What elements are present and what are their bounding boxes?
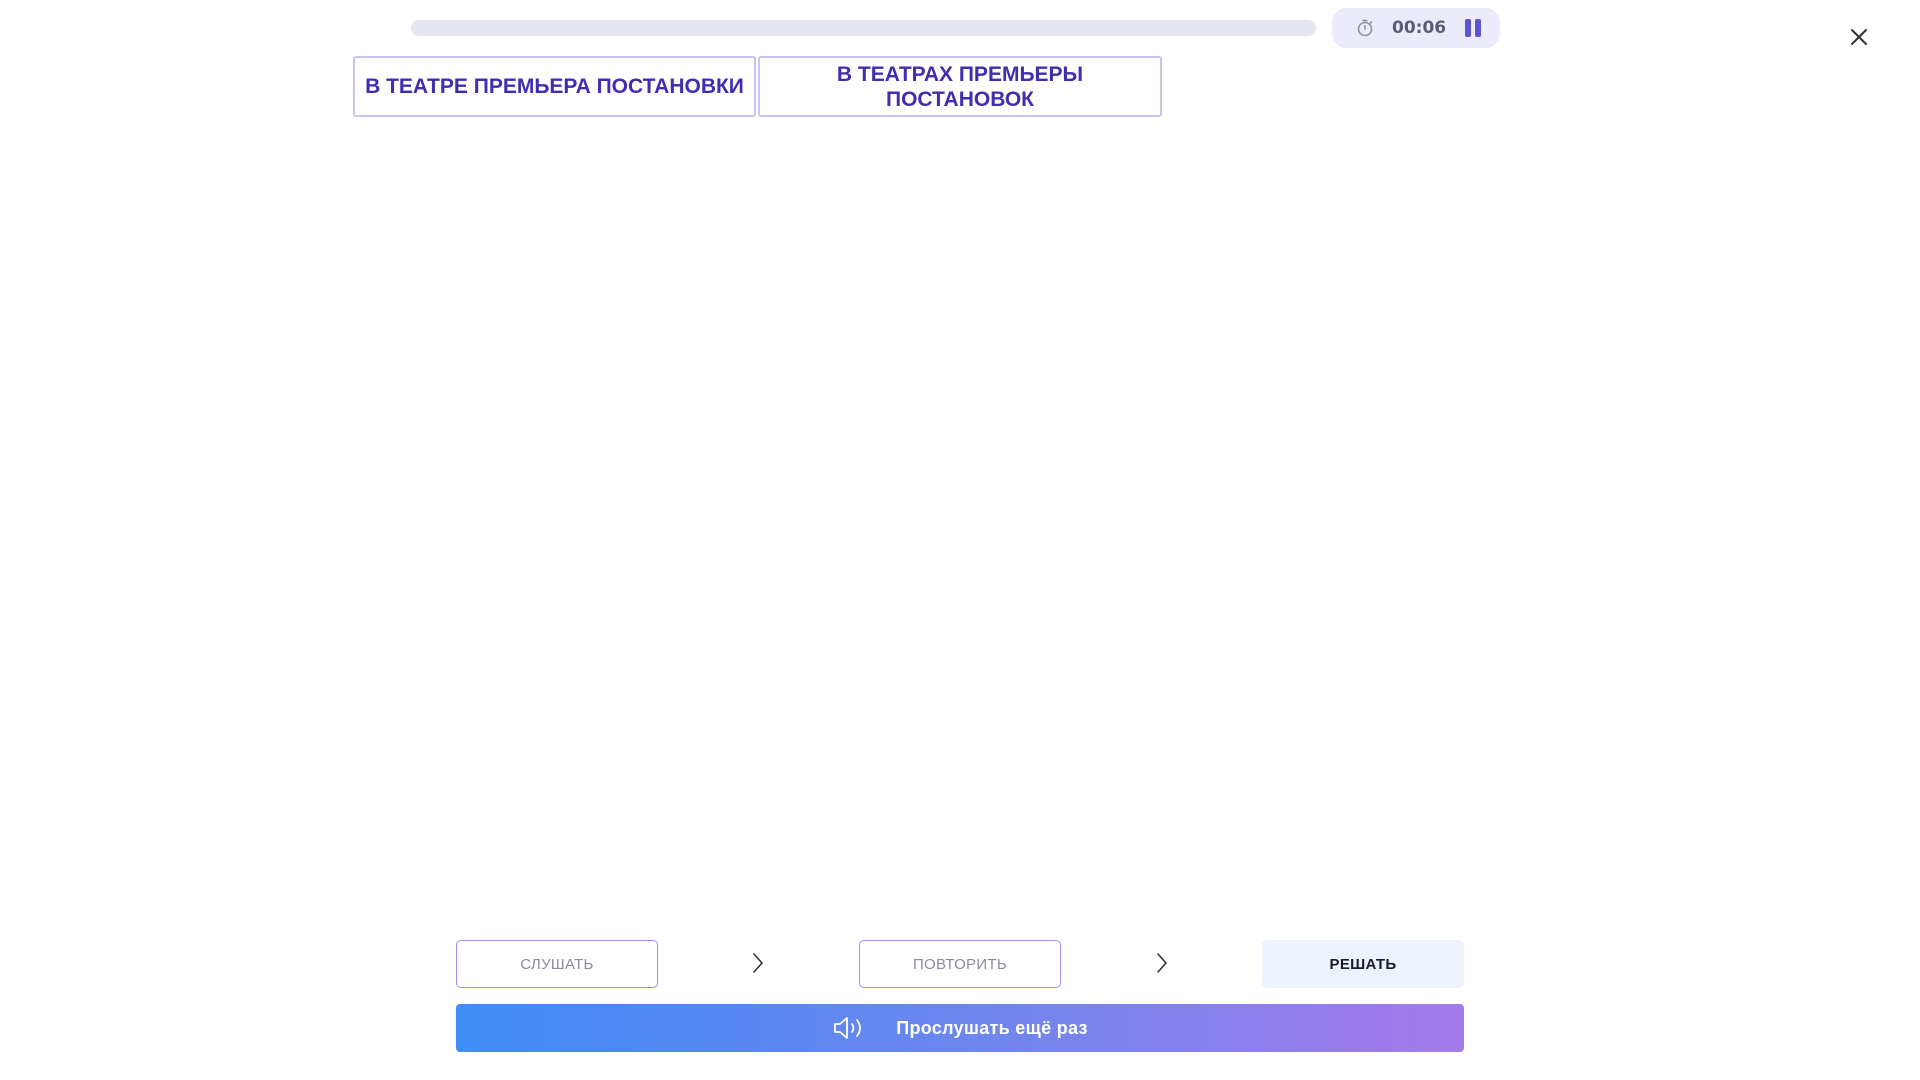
chevron-right-icon: [753, 953, 763, 973]
listen-again-label: Прослушать ещё раз: [896, 1017, 1088, 1038]
step-repeat[interactable]: ПОВТОРИТЬ: [859, 940, 1061, 988]
step-listen[interactable]: СЛУШАТЬ: [456, 940, 658, 988]
chevron-right-icon: [1157, 953, 1167, 973]
answer-card-2[interactable]: В ТЕАТРАХ ПРЕМЬЕРЫ ПОСТАНОВОК: [758, 56, 1162, 117]
answer-card-1[interactable]: В ТЕАТРЕ ПРЕМЬЕРА ПОСТАНОВКИ: [353, 56, 756, 117]
pause-icon-bar: [1475, 19, 1481, 37]
listen-again-button[interactable]: Прослушать ещё раз: [456, 1004, 1464, 1052]
timer-text: 00:06: [1392, 18, 1447, 38]
timer-pill: 00:06: [1332, 8, 1500, 48]
speaker-icon: [834, 1017, 862, 1039]
stopwatch-icon: [1357, 19, 1373, 37]
lesson-screen: 00:06 В ТЕАТРЕ ПРЕМЬЕРА ПОСТАНОВКИ В ТЕА…: [0, 0, 1920, 1080]
pause-button[interactable]: [1457, 16, 1491, 40]
progress-bar: [411, 20, 1316, 36]
pause-icon: [1465, 19, 1471, 37]
step-solve[interactable]: РЕШАТЬ: [1262, 940, 1464, 988]
close-icon[interactable]: [1846, 24, 1872, 50]
